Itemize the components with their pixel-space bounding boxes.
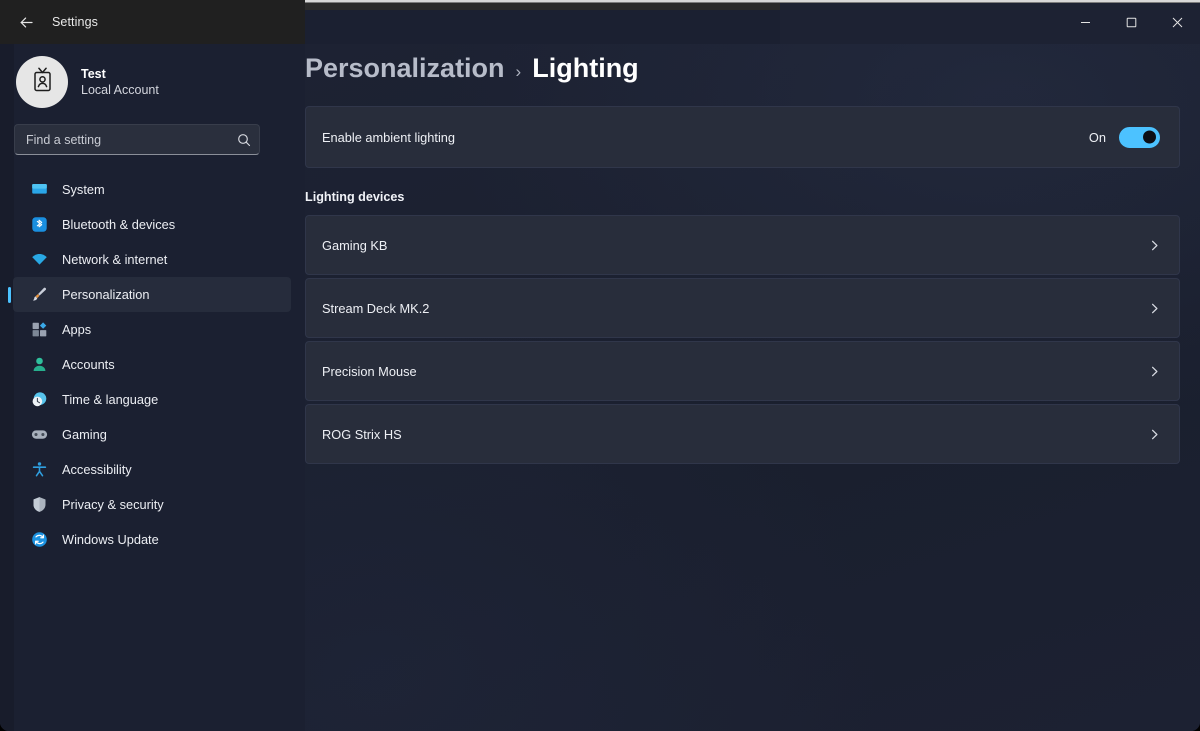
maximize-icon — [1126, 17, 1137, 28]
toggle-knob — [1143, 130, 1156, 144]
close-icon — [1172, 17, 1183, 28]
sidebar-item-label: Network & internet — [62, 252, 168, 267]
window-caption-buttons — [780, 3, 1200, 44]
device-row[interactable]: Gaming KB — [305, 215, 1180, 275]
sidebar-item-label: Apps — [62, 322, 92, 337]
page-title: Lighting — [532, 53, 639, 83]
window-title: Settings — [52, 15, 98, 29]
device-name: Stream Deck MK.2 — [322, 300, 430, 316]
sidebar-item-label: Accessibility — [62, 462, 132, 477]
chevron-right-icon — [1146, 237, 1162, 253]
accessibility-icon — [31, 461, 48, 478]
ambient-lighting-toggle[interactable] — [1119, 126, 1160, 148]
paintbrush-icon — [31, 286, 48, 303]
maximize-button[interactable] — [1108, 3, 1154, 41]
sidebar-item-label: Gaming — [62, 427, 107, 442]
device-row[interactable]: Stream Deck MK.2 — [305, 278, 1180, 338]
person-icon — [31, 356, 48, 373]
ambient-lighting-toggle-group: On — [1088, 126, 1160, 148]
arrow-left-icon — [18, 14, 35, 31]
sidebar-item-label: Bluetooth & devices — [62, 217, 176, 232]
sidebar-item-label: Personalization — [62, 287, 150, 302]
avatar — [16, 56, 68, 108]
chevron-right-icon: › — [515, 62, 522, 81]
search-input[interactable] — [15, 132, 229, 147]
settings-window: Settings Test Local Account Find a setti… — [0, 0, 1200, 731]
title-bar: Settings — [0, 0, 305, 44]
sidebar-item-personalization[interactable]: Personalization — [13, 277, 291, 312]
sidebar-item-accounts[interactable]: Accounts — [13, 347, 291, 382]
minimize-button[interactable] — [1062, 3, 1108, 41]
close-button[interactable] — [1154, 3, 1200, 41]
device-name: Gaming KB — [322, 237, 388, 253]
sidebar-item-privacy-security[interactable]: Privacy & security — [13, 487, 291, 522]
sidebar-nav-list: System Bluetooth & devices Network & int… — [0, 172, 305, 557]
sidebar-item-accessibility[interactable]: Accessibility — [13, 452, 291, 487]
clock-globe-icon — [31, 391, 48, 408]
sidebar-item-label: Windows Update — [62, 532, 159, 547]
account-text: Test Local Account — [81, 66, 159, 99]
apps-icon — [31, 321, 48, 338]
chevron-right-icon — [1146, 426, 1162, 442]
account-type: Local Account — [81, 83, 159, 97]
ambient-lighting-card[interactable]: Enable ambient lighting On — [305, 106, 1180, 168]
sidebar: Test Local Account System — [0, 44, 305, 731]
lighting-devices-heading: Lighting devices — [305, 190, 405, 204]
device-name: Precision Mouse — [322, 363, 417, 379]
monitor-icon — [31, 181, 48, 198]
ambient-lighting-label: Enable ambient lighting — [322, 129, 456, 145]
chevron-right-icon — [1146, 363, 1162, 379]
gamepad-icon — [31, 426, 48, 443]
update-icon — [31, 531, 48, 548]
search-icon[interactable] — [229, 125, 259, 154]
minimize-icon — [1080, 17, 1091, 28]
wifi-icon — [31, 251, 48, 268]
sidebar-item-network-internet[interactable]: Network & internet — [13, 242, 291, 277]
account-block[interactable]: Test Local Account — [0, 44, 305, 112]
device-row[interactable]: ROG Strix HS — [305, 404, 1180, 464]
device-name: ROG Strix HS — [322, 426, 402, 442]
sidebar-item-gaming[interactable]: Gaming — [13, 417, 291, 452]
back-button[interactable] — [6, 6, 46, 38]
sidebar-item-label: Time & language — [62, 392, 159, 407]
lighting-devices-list: Gaming KB Stream Deck MK.2 Precision Mou… — [305, 215, 1200, 464]
chevron-right-icon — [1146, 300, 1162, 316]
sidebar-item-label: Accounts — [62, 357, 115, 372]
toggle-state-label: On — [1088, 129, 1106, 145]
sidebar-item-bluetooth-devices[interactable]: Bluetooth & devices — [13, 207, 291, 242]
sidebar-item-label: Privacy & security — [62, 497, 164, 512]
sidebar-item-apps[interactable]: Apps — [13, 312, 291, 347]
device-row[interactable]: Precision Mouse — [305, 341, 1180, 401]
shield-icon — [31, 496, 48, 513]
search-box[interactable] — [14, 124, 260, 155]
main-content: Personalization › Lighting Enable ambien… — [305, 44, 1200, 731]
breadcrumb-link-personalization[interactable]: Personalization — [305, 53, 505, 84]
account-name: Test — [81, 66, 106, 81]
account-badge-icon — [27, 64, 58, 100]
sidebar-item-time-language[interactable]: Time & language — [13, 382, 291, 417]
sidebar-item-system[interactable]: System — [13, 172, 291, 207]
sidebar-item-windows-update[interactable]: Windows Update — [13, 522, 291, 557]
sidebar-item-label: System — [62, 182, 105, 197]
breadcrumb: Personalization › Lighting — [305, 53, 1200, 84]
bluetooth-icon — [31, 216, 48, 233]
